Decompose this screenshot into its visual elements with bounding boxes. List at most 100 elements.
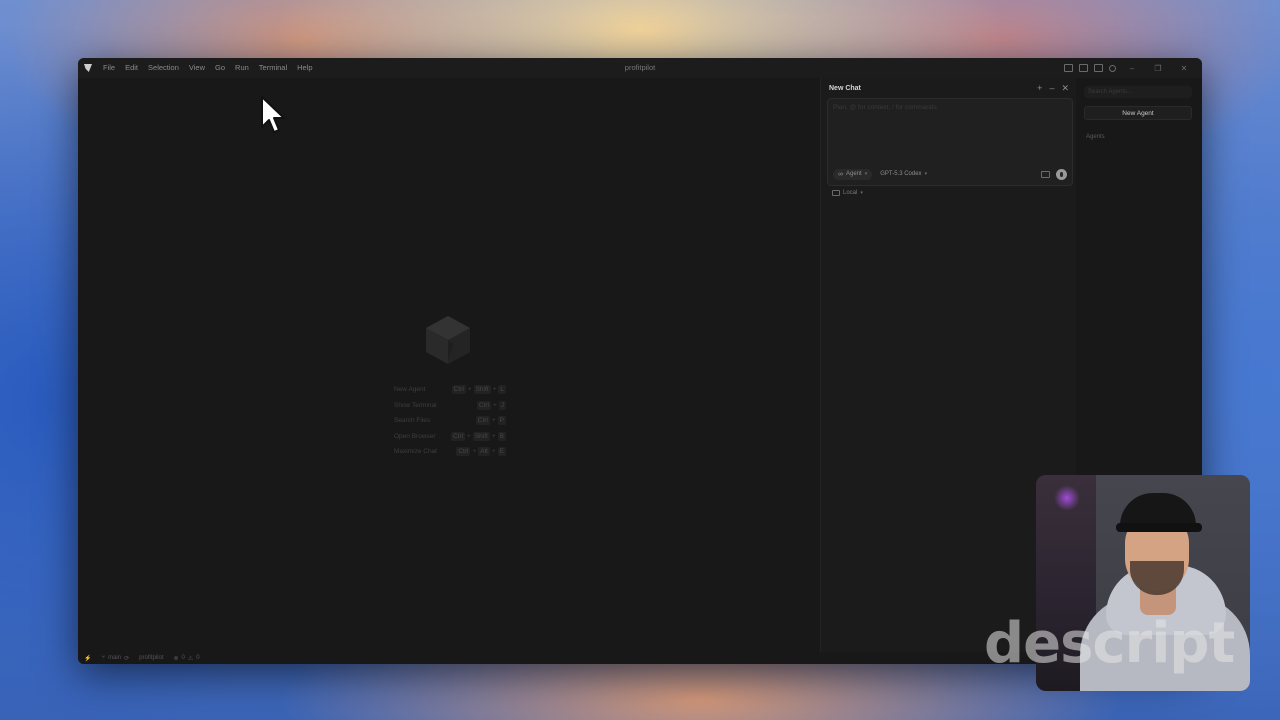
ide-window: File Edit Selection View Go Run Terminal… xyxy=(78,58,1202,664)
environment-label: Local xyxy=(843,190,858,196)
menu-bar: File Edit Selection View Go Run Terminal… xyxy=(98,58,318,78)
key: E xyxy=(497,447,506,457)
minimize-chat-icon[interactable]: – xyxy=(1049,82,1054,94)
chat-title: New Chat xyxy=(829,84,861,92)
warning-count: 0 xyxy=(196,655,200,661)
toggle-sidebar-icon[interactable] xyxy=(1064,64,1073,72)
cursor-logo-icon xyxy=(426,316,470,364)
person-cap-brim xyxy=(1116,523,1202,532)
webcam-light xyxy=(1054,485,1080,511)
key: L xyxy=(498,385,506,395)
image-attach-icon[interactable] xyxy=(1041,170,1050,178)
shortcut-row: Maximize Chat Ctrl + Alt + E xyxy=(394,444,506,460)
chat-actions: + – ✕ xyxy=(1037,82,1069,94)
chevron-down-icon: ▾ xyxy=(864,171,868,177)
restore-button[interactable]: ❐ xyxy=(1148,64,1168,73)
key: Ctrl xyxy=(475,416,490,426)
agent-mode-dropdown[interactable]: ∞ Agent ▾ xyxy=(833,168,873,180)
shortcut-keys: Ctrl + Shift + L xyxy=(451,385,506,395)
key: Ctrl xyxy=(450,431,466,441)
sync-icon: ⟳ xyxy=(124,655,130,662)
remote-icon[interactable]: ⚡ xyxy=(84,655,91,662)
settings-gear-icon[interactable] xyxy=(1109,64,1116,72)
key: P xyxy=(497,416,506,426)
title-bar: File Edit Selection View Go Run Terminal… xyxy=(78,58,1202,78)
app-logo-icon xyxy=(84,64,92,72)
microphone-icon xyxy=(1060,171,1063,177)
microphone-button[interactable] xyxy=(1056,168,1067,180)
model-label: GPT-5.3 Codex xyxy=(880,171,922,177)
key: Shift xyxy=(473,385,491,395)
shortcut-label: New Agent xyxy=(394,386,426,394)
chevron-down-icon: ▾ xyxy=(924,171,928,177)
chat-header: New Chat + – ✕ xyxy=(829,82,1069,94)
chat-composer[interactable]: Plan, @ for context, / for commands ∞ Ag… xyxy=(827,98,1073,186)
shortcut-label: Open Browser xyxy=(394,432,436,440)
key: Alt xyxy=(478,447,490,457)
environment-dropdown[interactable]: Local ▾ xyxy=(832,190,863,196)
minimize-button[interactable]: – xyxy=(1122,64,1142,73)
chevron-down-icon: ▾ xyxy=(860,190,863,196)
shortcut-label: Maximize Chat xyxy=(394,448,437,456)
key-plus: + xyxy=(492,386,497,394)
key-plus: + xyxy=(467,432,471,440)
editor-area: New Agent Ctrl + Shift + L Show Terminal… xyxy=(78,78,820,652)
key-plus: + xyxy=(491,417,496,425)
close-chat-icon[interactable]: ✕ xyxy=(1061,82,1069,94)
error-icon: ⊗ xyxy=(173,655,179,662)
shortcut-row: Open Browser Ctrl + Shift + B xyxy=(394,429,506,445)
shortcut-label: Show Terminal xyxy=(394,401,437,409)
menu-help[interactable]: Help xyxy=(292,58,317,78)
search-agents-input[interactable]: Search Agents... xyxy=(1084,86,1192,98)
menu-terminal[interactable]: Terminal xyxy=(254,58,292,78)
branch-icon: ⑂ xyxy=(101,655,106,661)
key: J xyxy=(498,400,506,410)
key: B xyxy=(497,431,506,441)
new-agent-button[interactable]: New Agent xyxy=(1084,106,1192,120)
composer-toolbar: ∞ Agent ▾ GPT-5.3 Codex ▾ xyxy=(833,168,1067,180)
key-plus: + xyxy=(492,401,497,409)
chat-input[interactable]: Plan, @ for context, / for commands xyxy=(833,104,1063,111)
shortcut-keys: Ctrl + P xyxy=(475,416,506,426)
toggle-panel-icon[interactable] xyxy=(1079,64,1088,72)
mouse-pointer-icon xyxy=(261,96,285,133)
key: Ctrl xyxy=(456,447,471,457)
toggle-secondary-sidebar-icon[interactable] xyxy=(1094,64,1103,72)
key-plus: + xyxy=(491,432,496,440)
composer-right-actions xyxy=(1041,168,1067,180)
shortcut-row: Search Files Ctrl + P xyxy=(394,413,506,429)
agents-heading: Agents xyxy=(1086,134,1105,140)
menu-selection[interactable]: Selection xyxy=(143,58,184,78)
shortcut-keys: Ctrl + Alt + E xyxy=(456,447,506,457)
descript-watermark: descript xyxy=(984,611,1235,676)
key: Ctrl xyxy=(451,385,466,395)
menu-view[interactable]: View xyxy=(184,58,210,78)
menu-file[interactable]: File xyxy=(98,58,120,78)
shortcut-label: Search Files xyxy=(394,417,431,425)
branch-name: main xyxy=(108,655,122,661)
warning-icon: ⚠ xyxy=(187,655,194,662)
menu-go[interactable]: Go xyxy=(210,58,230,78)
shortcut-keys: Ctrl + Shift + B xyxy=(450,431,506,441)
agent-mode-label: Agent xyxy=(846,171,862,177)
shortcut-list: New Agent Ctrl + Shift + L Show Terminal… xyxy=(394,382,506,460)
key: Ctrl xyxy=(476,400,491,410)
project-name[interactable]: profitpilot xyxy=(139,655,163,661)
error-count: 0 xyxy=(181,655,185,661)
model-dropdown[interactable]: GPT-5.3 Codex ▾ xyxy=(880,171,927,177)
problems-indicator[interactable]: ⊗ 0 ⚠ 0 xyxy=(174,655,200,662)
key-plus: + xyxy=(491,448,496,456)
key-plus: + xyxy=(472,448,477,456)
monitor-icon xyxy=(832,190,840,196)
branch-indicator[interactable]: ⑂ main ⟳ xyxy=(101,655,129,662)
title-controls: – ❐ ✕ xyxy=(1064,58,1194,78)
shortcut-row: Show Terminal Ctrl + J xyxy=(394,398,506,414)
shortcut-row: New Agent Ctrl + Shift + L xyxy=(394,382,506,398)
key-plus: + xyxy=(467,386,472,394)
menu-edit[interactable]: Edit xyxy=(120,58,143,78)
menu-run[interactable]: Run xyxy=(230,58,254,78)
shortcut-keys: Ctrl + J xyxy=(476,400,506,410)
key: Shift xyxy=(472,431,490,441)
close-window-button[interactable]: ✕ xyxy=(1174,64,1194,73)
new-chat-plus-icon[interactable]: + xyxy=(1037,82,1042,94)
